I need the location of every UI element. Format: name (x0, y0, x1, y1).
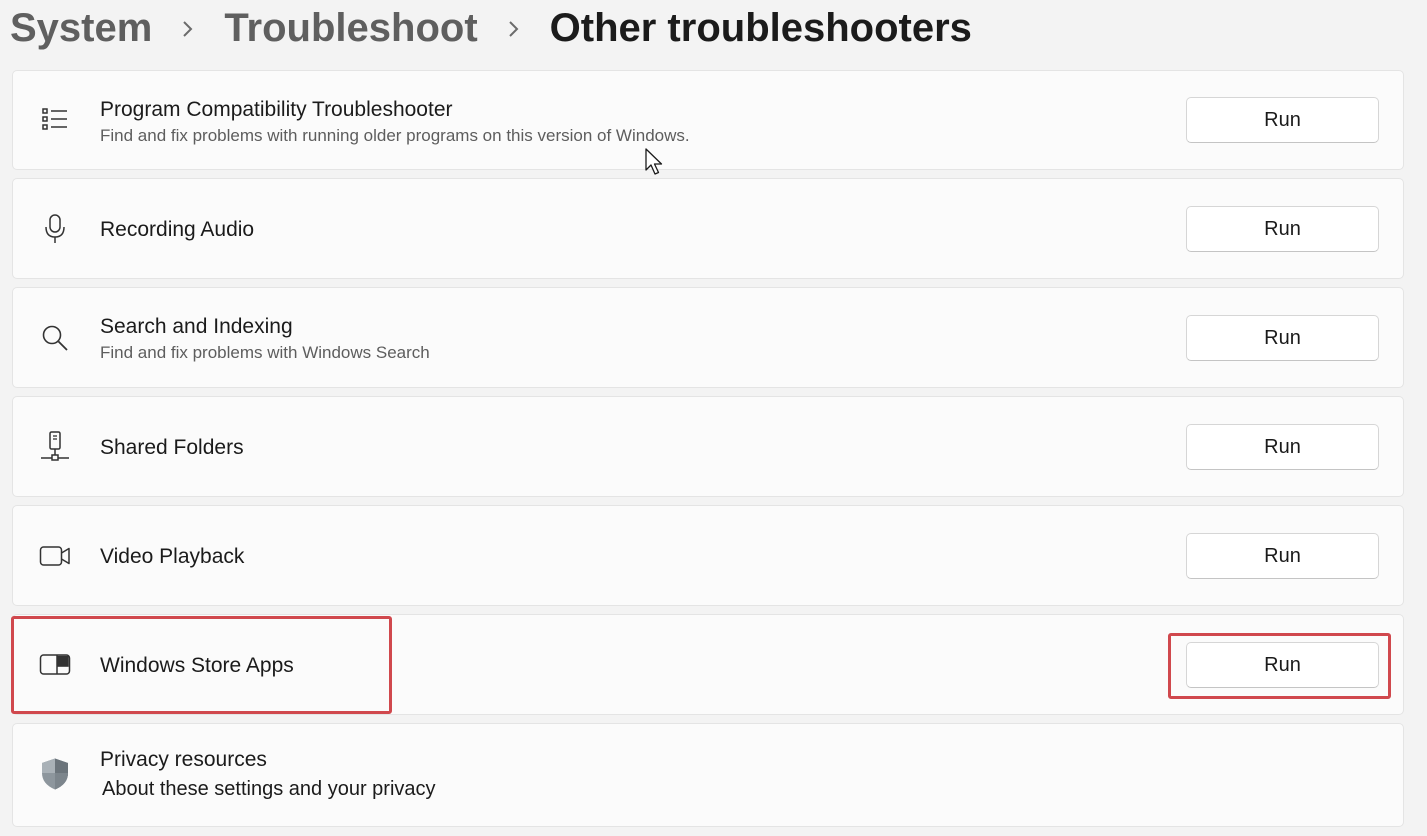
troubleshooter-title: Shared Folders (100, 436, 244, 459)
troubleshooter-recording-audio: Recording Audio Run (12, 178, 1404, 279)
run-button-search-indexing[interactable]: Run (1186, 315, 1379, 361)
microphone-icon (39, 213, 71, 245)
breadcrumb: System Troubleshoot Other troubleshooter… (10, 6, 972, 51)
troubleshooter-title: Video Playback (100, 545, 245, 568)
header: System Troubleshoot Other troubleshooter… (0, 0, 1427, 78)
privacy-title: Privacy resources (100, 748, 267, 771)
troubleshooter-search-indexing: Search and Indexing Find and fix problem… (12, 287, 1404, 388)
page-title: Other troubleshooters (549, 6, 972, 50)
store-apps-icon (39, 649, 71, 681)
troubleshooter-title: Recording Audio (100, 218, 255, 241)
network-drive-icon (39, 431, 71, 463)
privacy-link[interactable]: About these settings and your privacy (102, 778, 436, 801)
list-icon (39, 103, 71, 135)
shield-icon (39, 758, 71, 790)
search-icon (39, 322, 71, 354)
privacy-resources: Privacy resources About these settings a… (12, 723, 1404, 827)
troubleshooter-windows-store-apps: Windows Store Apps Run (12, 614, 1404, 715)
run-button-recording-audio[interactable]: Run (1186, 206, 1379, 252)
troubleshooter-shared-folders: Shared Folders Run (12, 396, 1404, 497)
troubleshooter-description: Find and fix problems with running older… (100, 126, 690, 145)
troubleshooter-title: Search and Indexing (100, 315, 293, 338)
chevron-right-icon (182, 20, 194, 38)
chevron-right-icon (508, 20, 520, 38)
troubleshooter-title: Program Compatibility Troubleshooter (100, 98, 453, 121)
run-button-video-playback[interactable]: Run (1186, 533, 1379, 579)
mouse-cursor-icon (645, 148, 665, 181)
run-button-program-compatibility[interactable]: Run (1186, 97, 1379, 143)
breadcrumb-troubleshoot[interactable]: Troubleshoot (224, 6, 477, 51)
troubleshooter-video-playback: Video Playback Run (12, 505, 1404, 606)
scroll-gutter (1412, 78, 1427, 836)
troubleshooter-program-compatibility: Program Compatibility Troubleshooter Fin… (12, 70, 1404, 170)
troubleshooter-title: Windows Store Apps (100, 654, 294, 677)
run-button-shared-folders[interactable]: Run (1186, 424, 1379, 470)
run-button-windows-store-apps[interactable]: Run (1186, 642, 1379, 688)
video-camera-icon (39, 540, 71, 572)
breadcrumb-system[interactable]: System (10, 6, 152, 51)
troubleshooter-description: Find and fix problems with Windows Searc… (100, 343, 430, 362)
